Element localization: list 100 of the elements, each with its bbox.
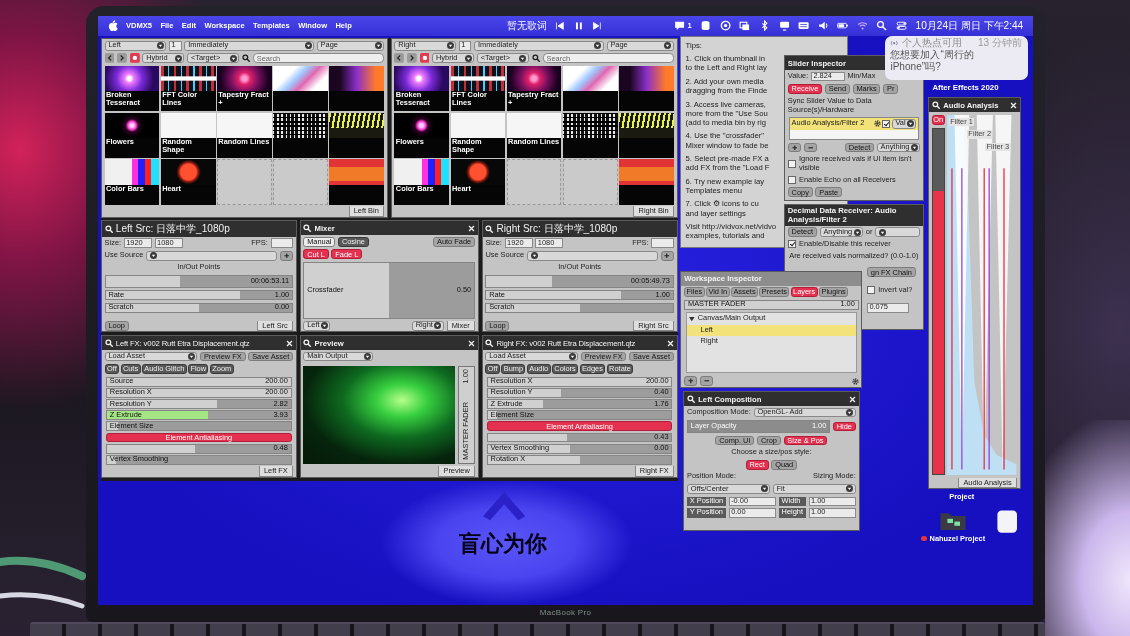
dropdown-arrow-icon[interactable] <box>846 408 854 416</box>
close-icon[interactable] <box>286 339 293 347</box>
checkbox[interactable] <box>787 159 797 169</box>
clip-thumbnail <box>329 112 384 138</box>
apple-logo-icon[interactable] <box>107 20 118 32</box>
database-icon[interactable] <box>700 20 712 32</box>
clip-cell[interactable] <box>273 112 328 158</box>
clip-cell[interactable] <box>329 65 384 112</box>
add-button[interactable] <box>684 376 698 386</box>
clip-cell[interactable] <box>562 112 618 158</box>
dropdown-arrow-icon[interactable] <box>149 252 157 260</box>
remove-button[interactable] <box>700 376 714 386</box>
dropdown-arrow-icon[interactable] <box>760 485 768 493</box>
dropdown-arrow-icon[interactable] <box>229 54 237 62</box>
source-dropdown[interactable] <box>875 227 921 238</box>
dropdown-arrow-icon[interactable] <box>910 143 918 151</box>
dropdown-arrow-icon[interactable] <box>846 485 854 493</box>
dropdown-arrow-icon[interactable] <box>187 352 195 360</box>
dropdown-arrow-icon[interactable] <box>156 42 164 50</box>
dropdown-arrow-icon[interactable] <box>519 54 527 62</box>
dropdown-arrow-icon[interactable] <box>568 352 576 360</box>
dropdown-arrow-icon[interactable] <box>304 42 312 50</box>
search-icon[interactable] <box>303 338 312 348</box>
dropdown-arrow-icon[interactable] <box>320 322 328 330</box>
back-icon[interactable] <box>104 53 115 64</box>
close-icon[interactable] <box>468 224 475 232</box>
clip-cell[interactable] <box>619 65 674 112</box>
close-icon[interactable] <box>666 339 674 347</box>
dropdown-arrow-icon[interactable] <box>374 42 382 50</box>
target-icon[interactable] <box>719 20 731 32</box>
remove-button[interactable] <box>803 142 817 153</box>
checkbox[interactable] <box>787 175 797 185</box>
windows-icon[interactable] <box>739 20 751 32</box>
close-icon[interactable] <box>848 395 856 403</box>
search-icon[interactable] <box>104 224 113 234</box>
clip-thumbnail <box>216 112 272 138</box>
dropdown-arrow-icon[interactable] <box>364 352 371 360</box>
source-dropdown[interactable] <box>146 250 277 261</box>
next-track-icon[interactable] <box>591 20 602 31</box>
dropdown-arrow-icon[interactable] <box>907 120 915 128</box>
clip-cell[interactable] <box>329 159 384 205</box>
clip-cell[interactable] <box>273 65 328 112</box>
gear-icon[interactable] <box>873 120 881 128</box>
search-icon[interactable] <box>485 224 494 234</box>
dropdown-arrow-icon[interactable] <box>434 322 442 330</box>
display-icon[interactable] <box>778 20 790 32</box>
clip-cell[interactable] <box>329 112 384 158</box>
clip-thumbnail <box>619 65 674 92</box>
record-icon[interactable] <box>129 53 140 64</box>
search-icon[interactable] <box>687 395 696 404</box>
dropdown-arrow-icon[interactable] <box>175 54 182 62</box>
search-icon[interactable] <box>104 338 113 348</box>
close-icon[interactable] <box>468 339 475 347</box>
clip-cell[interactable] <box>619 159 674 205</box>
fps-field[interactable] <box>270 238 293 248</box>
search-icon[interactable] <box>876 20 888 32</box>
dropdown-arrow-icon[interactable] <box>464 54 472 62</box>
search-icon[interactable] <box>531 54 540 63</box>
dropdown-arrow-icon[interactable] <box>853 228 861 236</box>
minus-icon <box>703 378 710 384</box>
search-icon[interactable] <box>303 224 312 233</box>
dropdown-arrow-icon[interactable] <box>879 228 886 236</box>
record-icon[interactable] <box>419 53 430 64</box>
dropdown-arrow-icon[interactable] <box>664 42 672 50</box>
source-dropdown[interactable] <box>526 250 658 261</box>
chat-bubble-icon[interactable] <box>673 20 685 32</box>
expanded-triangle-icon[interactable] <box>689 316 695 322</box>
dropdown-arrow-icon[interactable] <box>530 252 538 260</box>
gear-icon[interactable] <box>851 377 859 385</box>
clip-cell[interactable] <box>562 65 618 112</box>
forward-icon[interactable] <box>407 53 417 64</box>
clip-thumbnail <box>619 159 674 185</box>
add-button[interactable] <box>660 250 674 261</box>
clip-thumbnail <box>394 159 450 185</box>
checkbox[interactable] <box>787 240 797 249</box>
add-button[interactable] <box>279 250 293 261</box>
clip-cell[interactable] <box>619 112 674 158</box>
dropdown-arrow-icon[interactable] <box>594 42 602 50</box>
control-center-icon[interactable] <box>896 20 908 32</box>
checkbox[interactable] <box>881 119 891 129</box>
keyboard-icon[interactable] <box>798 20 810 32</box>
panel-title: Right Src: 日落中学_1080p <box>496 223 618 236</box>
fps-field[interactable] <box>651 238 674 248</box>
volume-icon[interactable] <box>817 20 829 32</box>
now-playing-text: 暂无歌词 <box>506 18 547 33</box>
search-icon[interactable] <box>485 338 494 348</box>
document-icon[interactable] <box>996 508 1019 534</box>
clip-thumbnail <box>394 112 450 138</box>
add-button[interactable] <box>787 142 801 153</box>
wifi-icon[interactable] <box>856 20 868 32</box>
pause-icon[interactable] <box>573 20 584 31</box>
checkbox[interactable] <box>867 285 876 295</box>
search-icon[interactable] <box>932 101 941 110</box>
close-icon[interactable] <box>1009 101 1017 109</box>
search-icon[interactable] <box>241 54 251 63</box>
clip-thumbnail <box>450 112 506 138</box>
forward-icon[interactable] <box>117 53 127 64</box>
back-icon[interactable] <box>394 53 405 64</box>
previous-track-icon[interactable] <box>555 20 566 31</box>
dropdown-arrow-icon[interactable] <box>446 42 454 50</box>
